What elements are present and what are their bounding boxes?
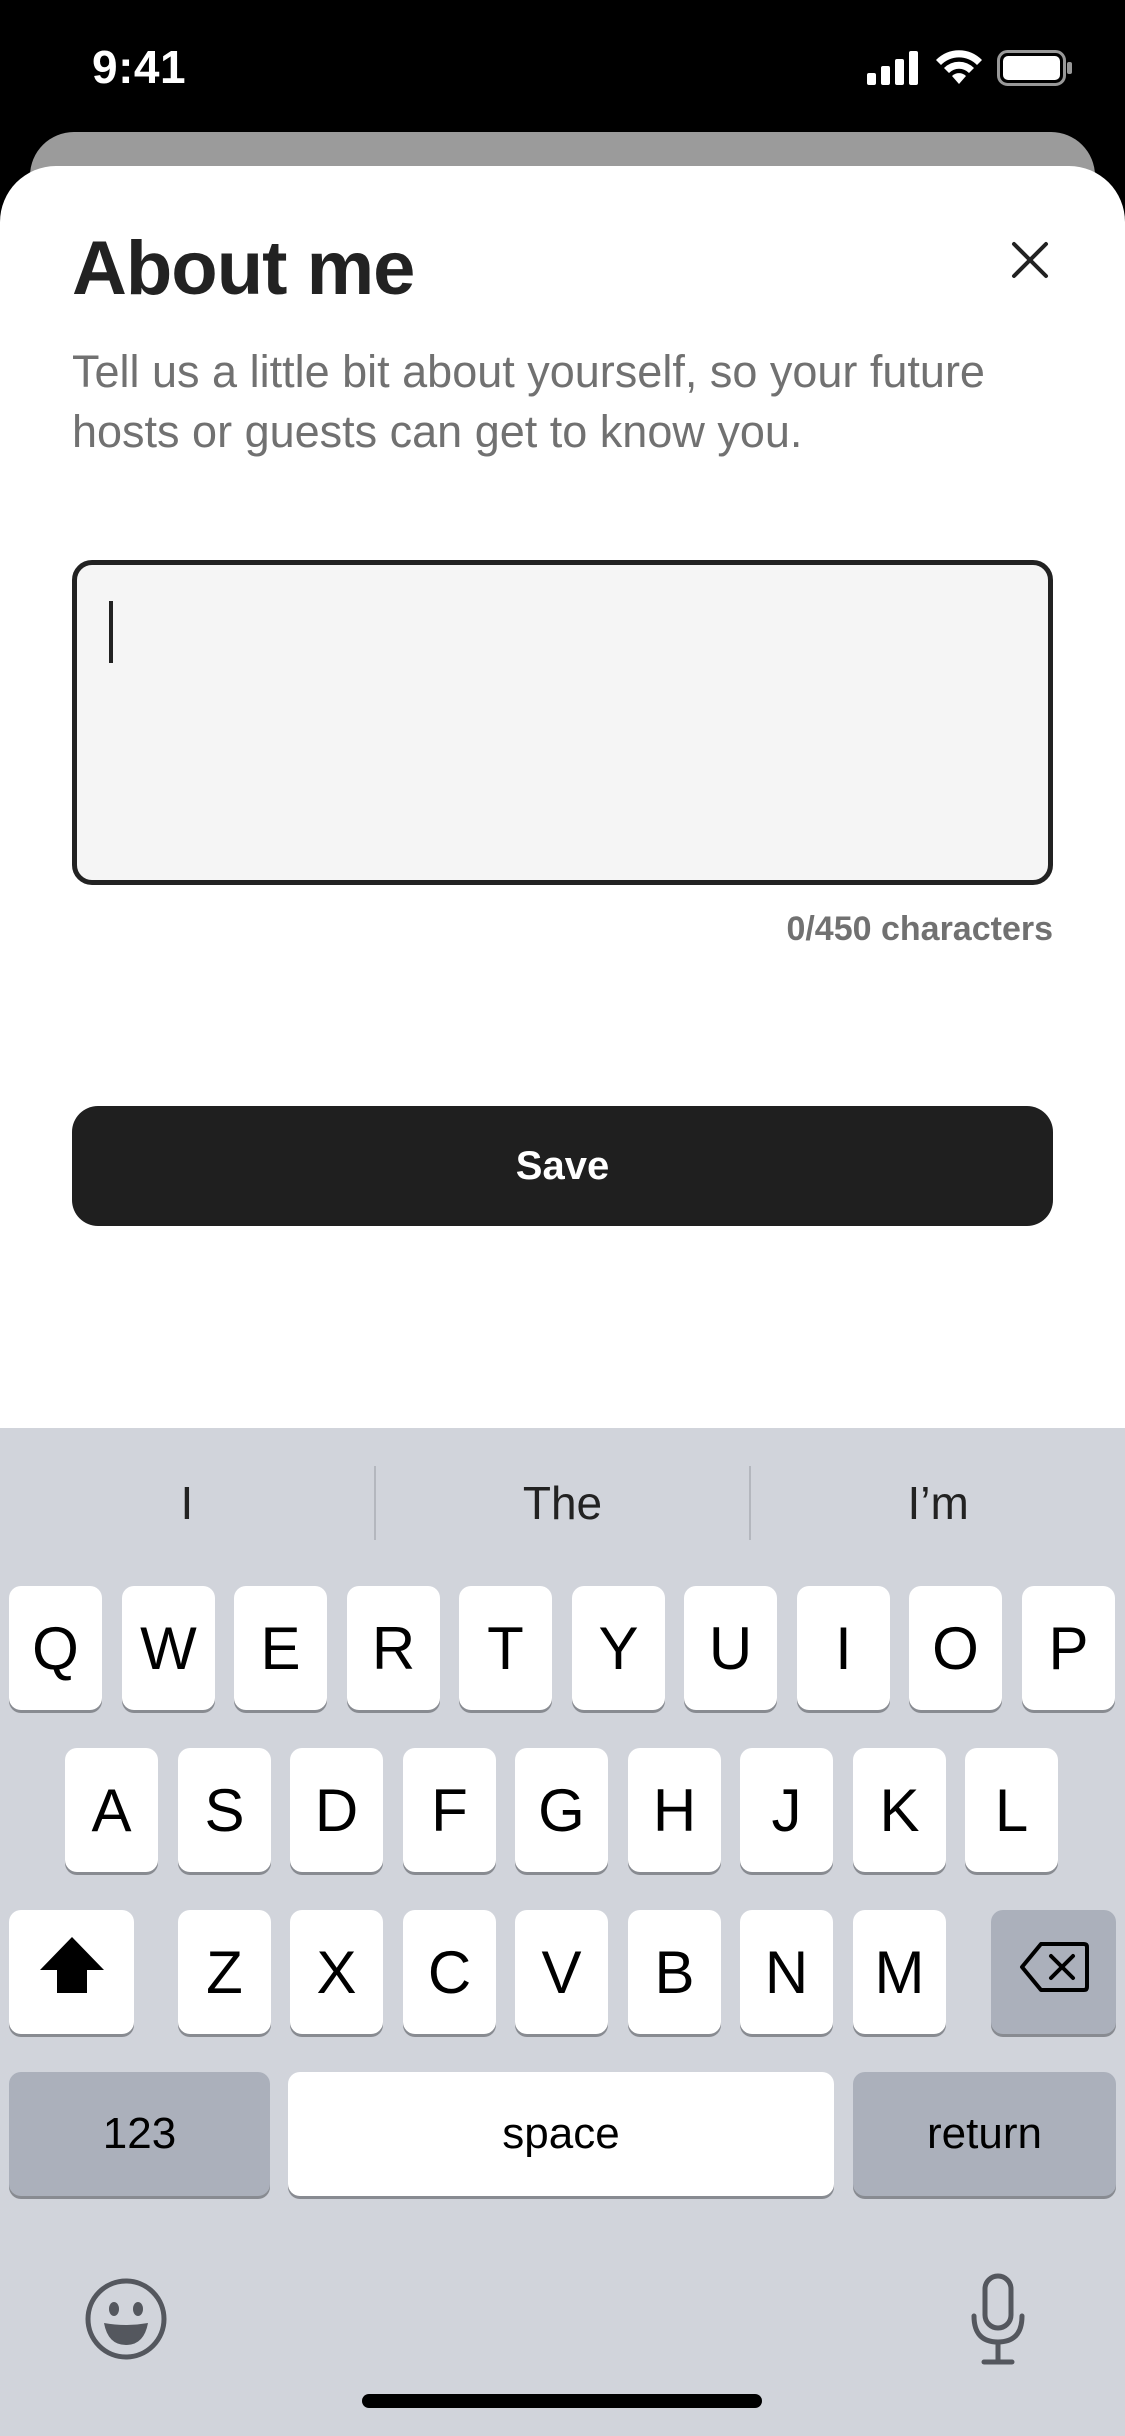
suggestion-item[interactable]: The xyxy=(376,1476,750,1530)
character-count: 0/450 characters xyxy=(786,910,1053,948)
key-a[interactable]: A xyxy=(65,1748,158,1872)
key-m[interactable]: M xyxy=(853,1910,946,2034)
screen: 9:41 About me Tell us a little bit about… xyxy=(0,0,1125,2436)
keyboard: I The I’m Q W E R T Y U I O P A S D F G … xyxy=(0,1428,1125,2436)
key-x[interactable]: X xyxy=(290,1910,383,2034)
close-button[interactable] xyxy=(1000,232,1060,292)
status-bar: 9:41 xyxy=(0,0,1125,132)
key-g[interactable]: G xyxy=(515,1748,608,1872)
key-s[interactable]: S xyxy=(178,1748,271,1872)
key-i[interactable]: I xyxy=(797,1586,890,1710)
shift-key[interactable] xyxy=(9,1910,134,2034)
backspace-icon xyxy=(1019,1938,1089,2007)
key-q[interactable]: Q xyxy=(9,1586,102,1710)
space-key[interactable]: space xyxy=(288,2072,834,2196)
suggestion-item[interactable]: I’m xyxy=(751,1476,1125,1530)
key-e[interactable]: E xyxy=(234,1586,327,1710)
text-caret xyxy=(109,601,113,663)
status-icons xyxy=(867,50,1073,91)
save-button[interactable]: Save xyxy=(72,1106,1053,1226)
key-u[interactable]: U xyxy=(684,1586,777,1710)
key-f[interactable]: F xyxy=(403,1748,496,1872)
key-j[interactable]: J xyxy=(740,1748,833,1872)
suggestion-item[interactable]: I xyxy=(0,1476,374,1530)
key-o[interactable]: O xyxy=(909,1586,1002,1710)
key-v[interactable]: V xyxy=(515,1910,608,2034)
backspace-key[interactable] xyxy=(991,1910,1116,2034)
emoji-icon xyxy=(84,2278,168,2365)
key-c[interactable]: C xyxy=(403,1910,496,2034)
about-me-textarea[interactable] xyxy=(72,560,1053,885)
wifi-icon xyxy=(935,50,983,91)
numbers-key[interactable]: 123 xyxy=(9,2072,270,2196)
status-time: 9:41 xyxy=(92,41,187,93)
key-p[interactable]: P xyxy=(1022,1586,1115,1710)
close-icon xyxy=(1010,240,1050,285)
suggestion-bar: I The I’m xyxy=(0,1428,1125,1578)
page-title: About me xyxy=(72,226,415,311)
cellular-signal-icon xyxy=(867,51,921,90)
key-k[interactable]: K xyxy=(853,1748,946,1872)
page-subtitle: Tell us a little bit about yourself, so … xyxy=(72,346,985,457)
key-n[interactable]: N xyxy=(740,1910,833,2034)
return-key[interactable]: return xyxy=(853,2072,1116,2196)
key-d[interactable]: D xyxy=(290,1748,383,1872)
key-b[interactable]: B xyxy=(628,1910,721,2034)
key-t[interactable]: T xyxy=(459,1586,552,1710)
emoji-button[interactable] xyxy=(84,2277,168,2366)
key-w[interactable]: W xyxy=(122,1586,215,1710)
shift-icon xyxy=(37,1934,107,2010)
microphone-icon xyxy=(968,2273,1028,2372)
key-l[interactable]: L xyxy=(965,1748,1058,1872)
battery-icon xyxy=(997,50,1073,91)
key-z[interactable]: Z xyxy=(178,1910,271,2034)
key-y[interactable]: Y xyxy=(572,1586,665,1710)
key-h[interactable]: H xyxy=(628,1748,721,1872)
microphone-button[interactable] xyxy=(968,2272,1028,2373)
key-r[interactable]: R xyxy=(347,1586,440,1710)
home-indicator[interactable] xyxy=(362,2394,762,2408)
